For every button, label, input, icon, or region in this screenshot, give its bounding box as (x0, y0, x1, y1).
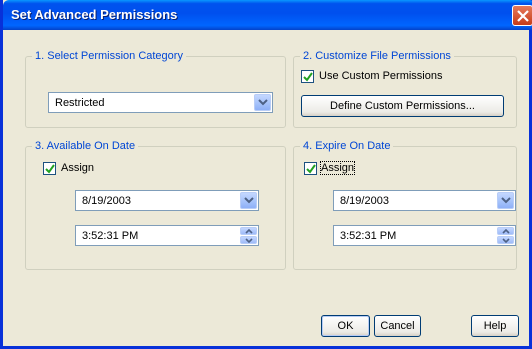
available-date-legend: 3. Available On Date (32, 140, 139, 152)
expire-time-value: 3:52:31 PM (340, 230, 397, 242)
available-time-spin-up[interactable] (240, 227, 257, 235)
available-time-value: 3:52:31 PM (82, 230, 139, 242)
checkmark-icon (303, 72, 313, 82)
customize-permissions-group: 2. Customize File Permissions (293, 50, 517, 128)
cancel-button[interactable]: Cancel (374, 315, 421, 337)
chevron-down-icon (502, 238, 510, 243)
close-button[interactable] (512, 5, 532, 26)
chevron-down-icon (244, 197, 254, 204)
chevron-up-icon (245, 229, 253, 234)
expire-assign-label: Assign (319, 161, 356, 175)
title-bar[interactable]: Set Advanced Permissions (3, 0, 532, 30)
checkmark-icon (45, 164, 55, 174)
available-date-picker[interactable]: 8/19/2003 (75, 190, 259, 211)
define-custom-permissions-button[interactable]: Define Custom Permissions... (301, 95, 504, 117)
expire-date-legend: 4. Expire On Date (300, 140, 394, 152)
use-custom-permissions-checkbox[interactable] (301, 70, 314, 83)
available-assign-label: Assign (61, 162, 95, 174)
chevron-down-icon (258, 99, 268, 106)
permission-category-legend: 1. Select Permission Category (32, 50, 186, 62)
available-date-value: 8/19/2003 (82, 195, 131, 207)
expire-time-spin-up[interactable] (497, 227, 514, 235)
customize-permissions-legend: 2. Customize File Permissions (300, 50, 454, 62)
checkmark-icon (306, 164, 316, 174)
expire-date-picker[interactable]: 8/19/2003 (333, 190, 516, 211)
expire-time-spinner[interactable] (497, 227, 514, 244)
available-time-spinner[interactable] (240, 227, 257, 244)
expire-assign-checkbox[interactable] (304, 162, 317, 175)
use-custom-permissions-label: Use Custom Permissions (319, 70, 443, 82)
available-date-dropdown-button[interactable] (240, 192, 257, 209)
chevron-down-icon (501, 197, 511, 204)
permission-category-select[interactable]: Restricted (48, 92, 273, 113)
permission-category-value: Restricted (55, 97, 105, 109)
expire-date-value: 8/19/2003 (340, 195, 389, 207)
dialog-window: Set Advanced Permissions 1. Select Permi… (0, 0, 532, 349)
expire-time-spin-down[interactable] (497, 236, 514, 244)
available-time-spin-down[interactable] (240, 236, 257, 244)
expire-time-field[interactable]: 3:52:31 PM (333, 225, 516, 246)
chevron-down-icon (245, 238, 253, 243)
ok-button[interactable]: OK (321, 315, 370, 337)
chevron-up-icon (502, 229, 510, 234)
close-icon (517, 10, 529, 22)
expire-date-dropdown-button[interactable] (497, 192, 514, 209)
permission-category-dropdown-button[interactable] (254, 94, 271, 111)
available-time-field[interactable]: 3:52:31 PM (75, 225, 259, 246)
help-button[interactable]: Help (471, 315, 519, 337)
available-assign-checkbox[interactable] (43, 162, 56, 175)
window-title: Set Advanced Permissions (11, 7, 178, 22)
